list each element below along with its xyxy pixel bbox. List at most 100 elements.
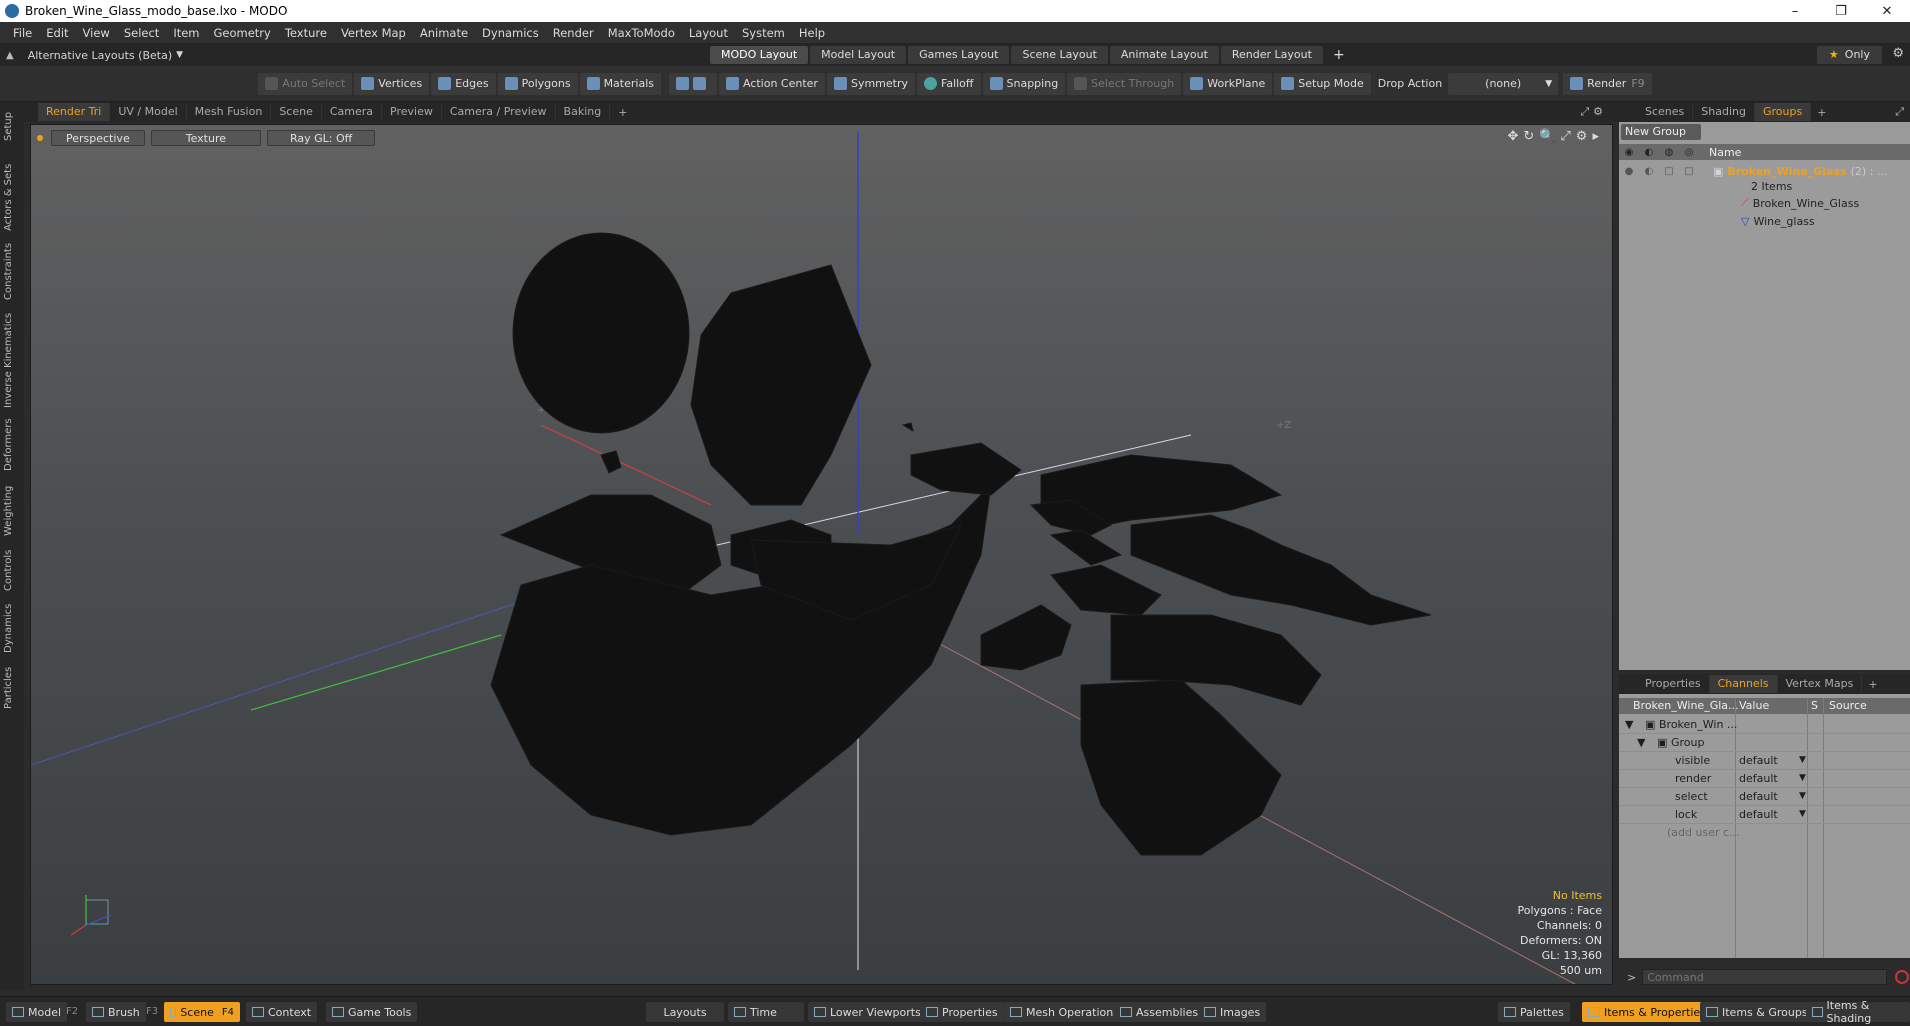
add-panel-tab-button[interactable]: +: [1817, 106, 1826, 119]
eye-icon[interactable]: ◉: [1619, 147, 1639, 158]
tab-uv-model[interactable]: UV / Model: [110, 103, 187, 121]
minimize-button[interactable]: –: [1772, 0, 1818, 22]
viewport-expand-icon[interactable]: ⤢⚙: [1580, 105, 1607, 119]
game-tools-button[interactable]: Game Tools: [326, 1002, 418, 1022]
vtab-particles[interactable]: Particles: [3, 662, 21, 714]
menu-animate[interactable]: Animate: [413, 22, 475, 44]
time-button[interactable]: Time: [728, 1002, 804, 1022]
tab-baking[interactable]: Baking: [556, 103, 611, 121]
channel-value[interactable]: default: [1739, 754, 1778, 767]
palettes-button[interactable]: Palettes: [1498, 1002, 1570, 1022]
tab-scene[interactable]: Scene: [271, 103, 322, 121]
menu-maxtomodo[interactable]: MaxToModo: [601, 22, 682, 44]
add-prop-tab-button[interactable]: +: [1868, 678, 1877, 691]
vertices-button[interactable]: Vertices: [354, 72, 430, 95]
lower-viewports-button[interactable]: Lower Viewports: [808, 1002, 927, 1022]
items-shading-button[interactable]: Items & Shading: [1806, 999, 1910, 1025]
assemblies-button[interactable]: Assemblies: [1114, 1002, 1205, 1022]
tab-modo-layout[interactable]: MODO Layout: [710, 46, 809, 64]
add-layout-button[interactable]: +: [1333, 47, 1345, 63]
menu-geometry[interactable]: Geometry: [207, 22, 278, 44]
only-toggle[interactable]: ★ Only: [1816, 46, 1882, 64]
materials-button[interactable]: Materials: [579, 72, 661, 95]
gear-icon[interactable]: ⚙: [1892, 46, 1904, 61]
menu-select[interactable]: Select: [117, 22, 166, 44]
menu-layout[interactable]: Layout: [682, 22, 735, 44]
tab-camera[interactable]: Camera: [322, 103, 383, 121]
raygl-button[interactable]: Ray GL: Off: [267, 130, 376, 146]
channel-row-lock[interactable]: lock default ▼: [1619, 806, 1910, 824]
model-button[interactable]: Model: [6, 1002, 68, 1022]
maximize-button[interactable]: ❐: [1818, 0, 1864, 22]
menu-help[interactable]: Help: [792, 22, 832, 44]
add-tab-button[interactable]: +: [618, 106, 627, 119]
polygons-button[interactable]: Polygons: [497, 72, 578, 95]
vtab-controls[interactable]: Controls: [3, 546, 21, 594]
new-group-button[interactable]: New Group: [1621, 124, 1701, 140]
shading-mode-button[interactable]: Texture: [150, 130, 261, 146]
falloff-button[interactable]: Falloff: [917, 72, 981, 95]
viewport-menu-dot[interactable]: [37, 135, 43, 141]
selection-sets-button[interactable]: [668, 72, 717, 95]
channel-row-group[interactable]: ▼ ▣ Group: [1619, 734, 1910, 752]
record-icon[interactable]: [1895, 970, 1910, 984]
alternative-layouts-dropdown[interactable]: Alternative Layouts (Beta): [28, 49, 172, 62]
tab-mesh-fusion[interactable]: Mesh Fusion: [187, 103, 272, 121]
channel-row-visible[interactable]: visible default ▼: [1619, 752, 1910, 770]
channel-row-select[interactable]: select default ▼: [1619, 788, 1910, 806]
chevron-down-icon[interactable]: ▼: [1799, 791, 1806, 801]
command-input[interactable]: [1642, 969, 1888, 985]
vtab-dynamics[interactable]: Dynamics: [3, 600, 21, 656]
render-button[interactable]: Render F9: [1563, 72, 1652, 95]
images-button[interactable]: Images: [1198, 1002, 1267, 1022]
menu-item[interactable]: Item: [166, 22, 206, 44]
view-mode-button[interactable]: Perspective: [51, 130, 145, 146]
scene-button[interactable]: Scene F4: [164, 1002, 240, 1022]
group-child-mesh[interactable]: ⟋ Broken_Wine_Glass: [1619, 194, 1910, 212]
expand-icon[interactable]: ⤢: [1895, 105, 1904, 119]
chevron-down-icon[interactable]: ▼: [1799, 773, 1806, 783]
vtab-deformers[interactable]: Deformers: [3, 416, 21, 474]
tab-camera-preview[interactable]: Camera / Preview: [442, 103, 556, 121]
lock-icon[interactable]: ◍: [1659, 147, 1679, 158]
channel-row-root[interactable]: ▼ ▣ Broken_Win ...: [1619, 716, 1910, 734]
setup-mode-button[interactable]: Setup Mode: [1274, 72, 1371, 95]
tab-shading[interactable]: Shading: [1693, 103, 1755, 121]
chevron-down-icon[interactable]: ▼: [1799, 809, 1806, 819]
mesh-operations-button[interactable]: Mesh Operations: [1004, 1002, 1125, 1022]
menu-view[interactable]: View: [76, 22, 117, 44]
channel-value[interactable]: default: [1739, 790, 1778, 803]
chevron-down-icon[interactable]: ▼: [1799, 755, 1806, 765]
action-center-button[interactable]: Action Center: [718, 72, 825, 95]
tab-channels[interactable]: Channels: [1709, 675, 1778, 693]
tab-groups[interactable]: Groups: [1754, 103, 1812, 121]
3d-viewport[interactable]: +X +Z Perspective Texture Ray GL: Off ✥↻…: [30, 124, 1613, 985]
channel-row-add-user[interactable]: (add user c...: [1619, 824, 1910, 842]
drop-action-select[interactable]: (none) ▼: [1448, 72, 1559, 95]
menu-render[interactable]: Render: [546, 22, 601, 44]
tab-vertex-maps[interactable]: Vertex Maps: [1778, 675, 1863, 693]
tab-animate-layout[interactable]: Animate Layout: [1109, 46, 1219, 64]
vtab-constraints[interactable]: Constraints: [3, 240, 21, 302]
tab-scene-layout[interactable]: Scene Layout: [1011, 46, 1108, 64]
snapping-button[interactable]: Snapping: [982, 72, 1066, 95]
vtab-actors-sets[interactable]: Actors & Sets: [3, 160, 21, 234]
layouts-button[interactable]: Layouts: [646, 1002, 724, 1022]
tab-games-layout[interactable]: Games Layout: [908, 46, 1010, 64]
items-properties-button[interactable]: Items & Properties: [1582, 1002, 1712, 1022]
tab-render-tri[interactable]: Render Tri: [38, 103, 111, 121]
select-toggle-icon[interactable]: ◎: [1679, 147, 1699, 158]
workplane-button[interactable]: WorkPlane: [1183, 72, 1273, 95]
menu-texture[interactable]: Texture: [278, 22, 334, 44]
channel-value[interactable]: default: [1739, 808, 1778, 821]
tab-render-layout[interactable]: Render Layout: [1220, 46, 1323, 64]
select-through-button[interactable]: Select Through: [1067, 72, 1182, 95]
vtab-setup[interactable]: Setup: [3, 106, 21, 146]
properties-button[interactable]: Properties: [920, 1002, 1004, 1022]
viewport-nav-icons[interactable]: ✥↻🔍⤢⚙▸: [1507, 129, 1604, 144]
menu-file[interactable]: File: [6, 22, 39, 44]
menu-dynamics[interactable]: Dynamics: [475, 22, 546, 44]
tab-preview[interactable]: Preview: [382, 103, 442, 121]
render-toggle-icon[interactable]: ◐: [1639, 147, 1659, 158]
vtab-inverse-kinematics[interactable]: Inverse Kinematics: [3, 310, 21, 410]
